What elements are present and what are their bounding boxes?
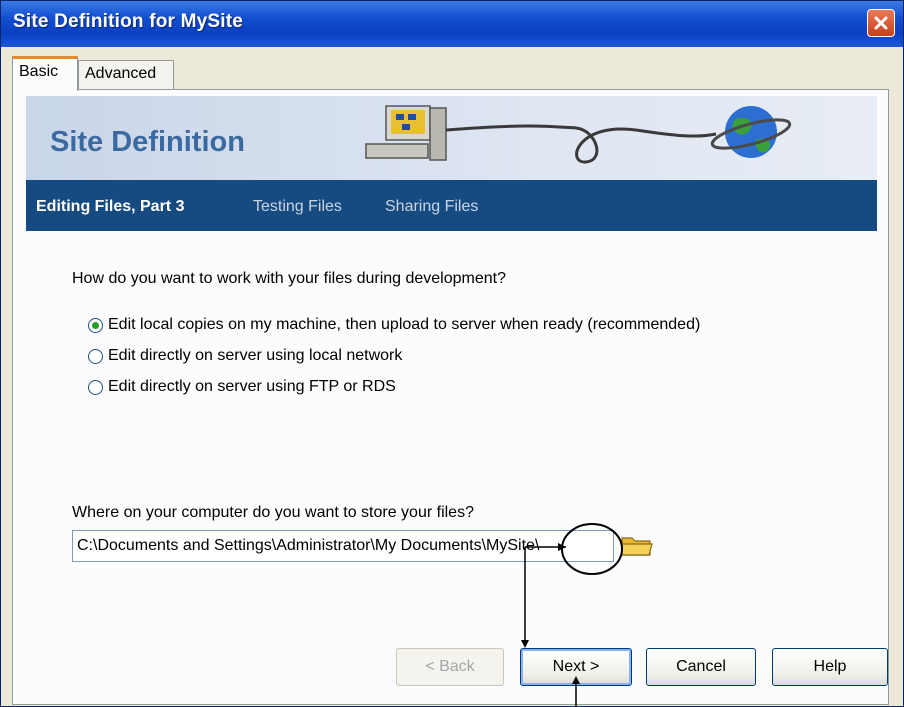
radio-label-local-network[interactable]: Edit directly on server using local netw… xyxy=(108,347,402,365)
step-sharing-files: Sharing Files xyxy=(385,198,479,215)
question-store-files: Where on your computer do you want to st… xyxy=(72,504,474,521)
radio-local-network[interactable] xyxy=(88,349,103,364)
cancel-button[interactable]: Cancel xyxy=(646,648,756,686)
computer-globe-illustration-icon xyxy=(365,105,792,164)
radio-label-ftp-rds[interactable]: Edit directly on server using FTP or RDS xyxy=(108,378,396,396)
banner: Site Definition xyxy=(26,96,877,180)
folder-icon xyxy=(621,537,653,556)
next-button[interactable]: Next > xyxy=(520,648,632,686)
tab-basic[interactable]: Basic xyxy=(12,56,78,91)
tab-advanced[interactable]: Advanced xyxy=(78,60,174,90)
wizard-steps-bar: Editing Files, Part 3 Testing Files Shar… xyxy=(26,180,877,231)
radio-selected-dot xyxy=(92,322,99,329)
help-button[interactable]: Help xyxy=(772,648,888,686)
radio-local-copies[interactable] xyxy=(88,318,103,333)
browse-folder-button[interactable] xyxy=(620,533,654,557)
radio-label-local-copies[interactable]: Edit local copies on my machine, then up… xyxy=(108,316,700,334)
step-editing-files: Editing Files, Part 3 xyxy=(36,198,185,215)
local-folder-path-input[interactable]: C:\Documents and Settings\Administrator\… xyxy=(72,530,614,562)
step-testing-files: Testing Files xyxy=(253,198,342,215)
title-bar[interactable]: Site Definition for MySite xyxy=(1,1,903,47)
tab-advanced-label: Advanced xyxy=(85,65,157,82)
tab-basic-label: Basic xyxy=(19,63,59,80)
radio-ftp-rds[interactable] xyxy=(88,380,103,395)
window-title: Site Definition for MySite xyxy=(13,11,244,32)
close-icon xyxy=(874,16,888,30)
question-work-with-files: How do you want to work with your files … xyxy=(72,270,506,287)
banner-title: Site Definition xyxy=(50,126,245,158)
close-button[interactable] xyxy=(867,9,895,37)
back-button[interactable]: < Back xyxy=(396,648,504,686)
